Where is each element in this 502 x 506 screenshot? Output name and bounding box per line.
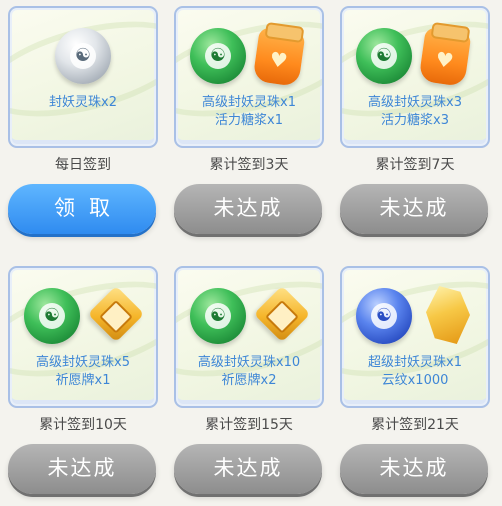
reward-icons: ☯: [342, 286, 488, 352]
wish-plaque-icon: [253, 285, 311, 343]
white-orb-icon: ☯: [55, 28, 111, 84]
blue-orb-icon: ☯: [356, 288, 412, 344]
reward-item: 高级封妖灵珠x5: [36, 355, 130, 370]
checkin-condition: 累计签到3天: [209, 157, 289, 173]
reward-item: 封妖灵珠x2: [49, 95, 117, 110]
reward-card: ☯ ♥ 高级封妖灵珠x3 活力糖浆x3: [340, 6, 490, 148]
not-reached-button[interactable]: 未达成: [340, 184, 488, 234]
reward-items: 高级封妖灵珠x5 祈愿牌x1: [12, 354, 154, 390]
not-reached-button[interactable]: 未达成: [174, 444, 322, 494]
green-orb-icon: ☯: [24, 288, 80, 344]
reward-item: 云纹x1000: [381, 373, 449, 388]
reward-items: 超级封妖灵珠x1 云纹x1000: [344, 354, 486, 390]
checkin-condition: 累计签到10天: [39, 417, 127, 433]
reward-card: ☯ 超级封妖灵珠x1 云纹x1000: [340, 266, 490, 408]
reward-icons: ☯: [10, 285, 156, 352]
green-orb-icon: ☯: [190, 28, 246, 84]
reward-icons: ☯: [10, 28, 156, 92]
reward-items: 高级封妖灵珠x3 活力糖浆x3: [344, 94, 486, 130]
green-orb-icon: ☯: [190, 288, 246, 344]
reward-item: 高级封妖灵珠x1: [202, 95, 296, 110]
reward-card: ☯ ♥ 高级封妖灵珠x1 活力糖浆x1: [174, 6, 324, 148]
orange-jar-icon: ♥: [252, 27, 306, 87]
green-orb-icon: ☯: [356, 28, 412, 84]
not-reached-button[interactable]: 未达成: [174, 184, 322, 234]
orange-jar-icon: ♥: [418, 27, 472, 87]
reward-card: ☯ 高级封妖灵珠x10 祈愿牌x2: [174, 266, 324, 408]
reward-items: 封妖灵珠x2: [12, 94, 154, 112]
claim-button[interactable]: 领取: [8, 184, 156, 234]
reward-card: ☯ 封妖灵珠x2: [8, 6, 158, 148]
reward-item: 活力糖浆x1: [215, 113, 283, 128]
reward-icons: ☯ ♥: [176, 27, 322, 92]
not-reached-button[interactable]: 未达成: [340, 444, 488, 494]
reward-icons: ☯: [176, 285, 322, 352]
reward-item: 祈愿牌x1: [55, 373, 111, 388]
reward-item: 祈愿牌x2: [221, 373, 277, 388]
checkin-condition: 累计签到7天: [375, 157, 455, 173]
checkin-condition: 累计签到21天: [371, 417, 459, 433]
reward-items: 高级封妖灵珠x1 活力糖浆x1: [178, 94, 320, 130]
wish-plaque-icon: [87, 285, 145, 343]
reward-item: 高级封妖灵珠x10: [197, 355, 301, 370]
checkin-condition: 累计签到15天: [205, 417, 293, 433]
reward-item: 活力糖浆x3: [381, 113, 449, 128]
reward-icons: ☯ ♥: [342, 27, 488, 92]
reward-card: ☯ 高级封妖灵珠x5 祈愿牌x1: [8, 266, 158, 408]
checkin-condition: 每日签到: [55, 157, 111, 173]
reward-item: 高级封妖灵珠x3: [368, 95, 462, 110]
reward-items: 高级封妖灵珠x10 祈愿牌x2: [178, 354, 320, 390]
reward-item: 超级封妖灵珠x1: [368, 355, 462, 370]
not-reached-button[interactable]: 未达成: [8, 444, 156, 494]
gold-cloud-pattern-icon: [426, 286, 470, 344]
